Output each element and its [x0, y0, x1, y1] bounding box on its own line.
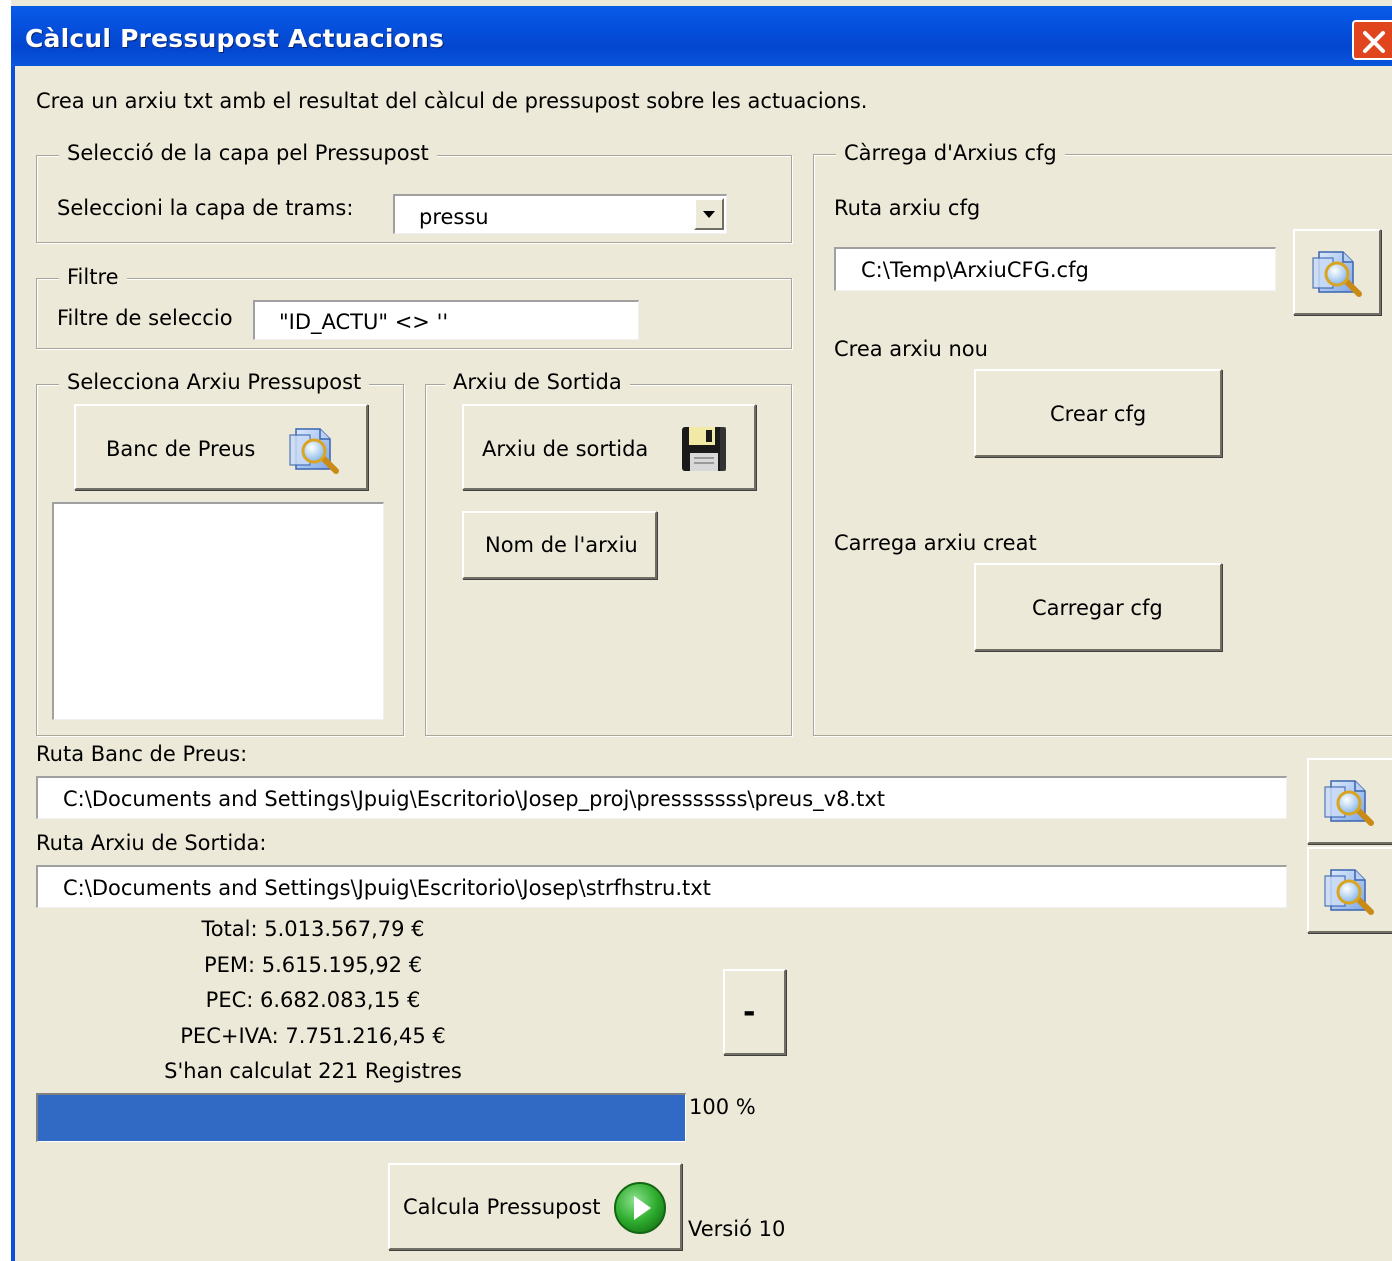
calculate-budget-button-label: Calcula Pressupost: [403, 1195, 601, 1219]
calculate-budget-button[interactable]: Calcula Pressupost: [388, 1163, 682, 1250]
output-file-button[interactable]: Arxiu de sortida: [462, 404, 756, 490]
title-bar[interactable]: Càlcul Pressupost Actuacions: [11, 6, 1392, 66]
description-text: Crea un arxiu txt amb el resultat del cà…: [36, 89, 868, 113]
create-cfg-button[interactable]: Crear cfg: [974, 369, 1222, 457]
layer-select-dropdown-button[interactable]: [694, 198, 724, 230]
load-cfg-button[interactable]: Carregar cfg: [974, 563, 1222, 651]
chevron-down-icon: [703, 211, 715, 218]
play-icon: [614, 1182, 666, 1234]
output-file-button-label: Arxiu de sortida: [482, 437, 649, 461]
close-button[interactable]: [1352, 20, 1392, 60]
result-pec: PEC: 6.682.083,15 €: [205, 988, 421, 1012]
create-cfg-button-label: Crear cfg: [1050, 402, 1147, 426]
filter-legend: Filtre: [59, 265, 127, 289]
budget-file-list[interactable]: [52, 502, 384, 720]
load-cfg-button-label: Carregar cfg: [1032, 596, 1163, 620]
filter-input[interactable]: "ID_ACTU" <> '': [253, 300, 639, 340]
filter-label: Filtre de seleccio: [57, 306, 233, 330]
cfg-path-value: C:\Temp\ArxiuCFG.cfg: [861, 258, 1089, 282]
close-icon: [1363, 31, 1385, 53]
dialog-window: Càlcul Pressupost Actuacions Crea un arx…: [11, 0, 1392, 1261]
result-total: Total: 5.013.567,79 €: [201, 917, 425, 941]
filter-input-value: "ID_ACTU" <> '': [279, 310, 449, 334]
price-bank-button[interactable]: Banc de Preus: [74, 404, 368, 490]
budget-file-legend: Selecciona Arxiu Pressupost: [59, 370, 370, 394]
load-cfg-label: Carrega arxiu creat: [834, 531, 1037, 555]
cfg-path-input[interactable]: C:\Temp\ArxiuCFG.cfg: [834, 247, 1276, 291]
price-bank-browse-button[interactable]: [1307, 758, 1392, 844]
window-border: [11, 66, 15, 1261]
collapse-button[interactable]: -: [723, 969, 786, 1055]
output-path-input[interactable]: C:\Documents and Settings\Jpuig\Escritor…: [36, 865, 1287, 908]
progress-text: 100 %: [689, 1095, 756, 1119]
file-search-icon: [1321, 773, 1377, 829]
result-pec-iva: PEC+IVA: 7.751.216,45 €: [180, 1024, 446, 1048]
cfg-legend: Càrrega d'Arxius cfg: [836, 141, 1065, 165]
window-title: Càlcul Pressupost Actuacions: [25, 24, 445, 53]
progress-bar: [36, 1093, 686, 1142]
file-name-button-label: Nom de l'arxiu: [485, 533, 638, 557]
file-name-button[interactable]: Nom de l'arxiu: [462, 511, 657, 579]
output-path-browse-button[interactable]: [1307, 847, 1392, 933]
collapse-button-label: -: [743, 995, 756, 1030]
file-search-icon: [1309, 244, 1365, 300]
layer-select[interactable]: pressu: [393, 194, 727, 234]
layer-selection-legend: Selecció de la capa pel Pressupost: [59, 141, 437, 165]
progress-bar-fill: [38, 1095, 685, 1141]
layer-select-value: pressu: [419, 205, 489, 229]
cfg-browse-button[interactable]: [1293, 229, 1381, 315]
output-path-label: Ruta Arxiu de Sortida:: [36, 831, 267, 855]
result-records: S'han calculat 221 Registres: [164, 1059, 462, 1083]
file-search-icon: [1321, 862, 1377, 918]
floppy-disk-icon: [682, 427, 726, 471]
version-label: Versió 10: [688, 1217, 786, 1241]
create-cfg-label: Crea arxiu nou: [834, 337, 988, 361]
file-search-icon: [286, 421, 342, 477]
output-path-value: C:\Documents and Settings\Jpuig\Escritor…: [63, 876, 711, 900]
cfg-path-label: Ruta arxiu cfg: [834, 196, 981, 220]
price-bank-button-label: Banc de Preus: [106, 437, 256, 461]
price-bank-path-label: Ruta Banc de Preus:: [36, 742, 248, 766]
layer-label: Seleccioni la capa de trams:: [57, 196, 354, 220]
output-file-legend: Arxiu de Sortida: [445, 370, 630, 394]
price-bank-path-value: C:\Documents and Settings\Jpuig\Escritor…: [63, 787, 885, 811]
price-bank-path-input[interactable]: C:\Documents and Settings\Jpuig\Escritor…: [36, 776, 1287, 819]
result-pem: PEM: 5.615.195,92 €: [203, 953, 423, 977]
